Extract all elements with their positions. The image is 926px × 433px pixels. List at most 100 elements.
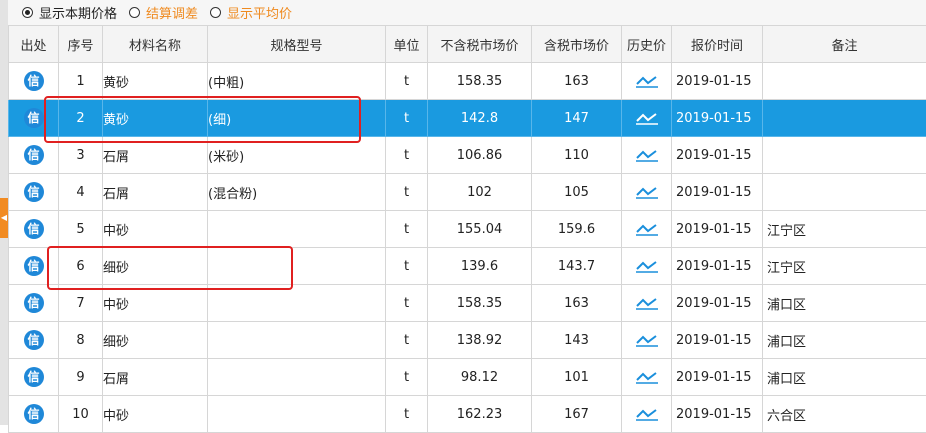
spec-cell[interactable] bbox=[208, 211, 386, 248]
collapse-panel-tab[interactable]: ◀ bbox=[0, 198, 8, 238]
option-settlement-adjust[interactable]: 结算调差 bbox=[129, 3, 198, 22]
price-ex-tax-cell[interactable]: 106.86 bbox=[428, 137, 532, 174]
spec-cell[interactable]: (米砂) bbox=[208, 137, 386, 174]
price-inc-tax-cell[interactable]: 163 bbox=[532, 285, 622, 322]
column-header-source[interactable]: 出处 bbox=[9, 26, 59, 63]
price-inc-tax-cell[interactable]: 147 bbox=[532, 100, 622, 137]
material-name-cell[interactable]: 细砂 bbox=[103, 322, 208, 359]
table-row[interactable]: 信4石屑(混合粉)t1021052019-01-15 bbox=[9, 174, 926, 211]
spec-cell[interactable] bbox=[208, 322, 386, 359]
note-cell[interactable]: 浦口区 bbox=[763, 359, 926, 396]
material-name-cell[interactable]: 中砂 bbox=[103, 396, 208, 433]
price-inc-tax-cell[interactable]: 110 bbox=[532, 137, 622, 174]
source-info-icon[interactable]: 信 bbox=[24, 108, 44, 128]
note-cell[interactable]: 浦口区 bbox=[763, 322, 926, 359]
history-price-cell[interactable] bbox=[622, 100, 672, 137]
option-show-average-price[interactable]: 显示平均价 bbox=[210, 3, 292, 22]
price-inc-tax-cell[interactable]: 143 bbox=[532, 322, 622, 359]
column-header-quote-date[interactable]: 报价时间 bbox=[672, 26, 763, 63]
source-cell[interactable]: 信 bbox=[9, 359, 59, 396]
table-row[interactable]: 信10中砂t162.231672019-01-15六合区 bbox=[9, 396, 926, 433]
history-price-cell[interactable] bbox=[622, 359, 672, 396]
price-ex-tax-cell[interactable]: 162.23 bbox=[428, 396, 532, 433]
note-cell[interactable]: 浦口区 bbox=[763, 285, 926, 322]
column-header-seq[interactable]: 序号 bbox=[59, 26, 103, 63]
source-cell[interactable]: 信 bbox=[9, 137, 59, 174]
column-header-history-price[interactable]: 历史价 bbox=[622, 26, 672, 63]
source-info-icon[interactable]: 信 bbox=[24, 367, 44, 387]
source-cell[interactable]: 信 bbox=[9, 248, 59, 285]
trend-chart-icon[interactable] bbox=[634, 147, 660, 163]
trend-chart-icon[interactable] bbox=[634, 110, 660, 126]
history-price-cell[interactable] bbox=[622, 63, 672, 100]
material-name-cell[interactable]: 中砂 bbox=[103, 285, 208, 322]
option-show-current-price[interactable]: 显示本期价格 bbox=[22, 3, 117, 22]
column-header-note[interactable]: 备注 bbox=[763, 26, 926, 63]
table-row[interactable]: 信5中砂t155.04159.62019-01-15江宁区 bbox=[9, 211, 926, 248]
table-row[interactable]: 信9石屑t98.121012019-01-15浦口区 bbox=[9, 359, 926, 396]
material-name-cell[interactable]: 黄砂 bbox=[103, 63, 208, 100]
history-price-cell[interactable] bbox=[622, 211, 672, 248]
material-name-cell[interactable]: 中砂 bbox=[103, 211, 208, 248]
column-header-unit[interactable]: 单位 bbox=[386, 26, 428, 63]
trend-chart-icon[interactable] bbox=[634, 295, 660, 311]
table-row[interactable]: 信8细砂t138.921432019-01-15浦口区 bbox=[9, 322, 926, 359]
column-header-price-ex-tax[interactable]: 不含税市场价 bbox=[428, 26, 532, 63]
material-name-cell[interactable]: 黄砂 bbox=[103, 100, 208, 137]
material-name-cell[interactable]: 石屑 bbox=[103, 174, 208, 211]
source-cell[interactable]: 信 bbox=[9, 211, 59, 248]
source-info-icon[interactable]: 信 bbox=[24, 145, 44, 165]
history-price-cell[interactable] bbox=[622, 285, 672, 322]
column-header-spec[interactable]: 规格型号 bbox=[208, 26, 386, 63]
source-info-icon[interactable]: 信 bbox=[24, 219, 44, 239]
spec-cell[interactable]: (中粗) bbox=[208, 63, 386, 100]
source-info-icon[interactable]: 信 bbox=[24, 330, 44, 350]
source-info-icon[interactable]: 信 bbox=[24, 256, 44, 276]
spec-cell[interactable] bbox=[208, 396, 386, 433]
note-cell[interactable]: 江宁区 bbox=[763, 211, 926, 248]
source-info-icon[interactable]: 信 bbox=[24, 71, 44, 91]
spec-cell[interactable] bbox=[208, 248, 386, 285]
trend-chart-icon[interactable] bbox=[634, 258, 660, 274]
trend-chart-icon[interactable] bbox=[634, 406, 660, 422]
note-cell[interactable] bbox=[763, 100, 926, 137]
trend-chart-icon[interactable] bbox=[634, 184, 660, 200]
source-cell[interactable]: 信 bbox=[9, 63, 59, 100]
price-inc-tax-cell[interactable]: 167 bbox=[532, 396, 622, 433]
source-cell[interactable]: 信 bbox=[9, 174, 59, 211]
material-name-cell[interactable]: 石屑 bbox=[103, 137, 208, 174]
spec-cell[interactable] bbox=[208, 359, 386, 396]
price-ex-tax-cell[interactable]: 155.04 bbox=[428, 211, 532, 248]
history-price-cell[interactable] bbox=[622, 174, 672, 211]
trend-chart-icon[interactable] bbox=[634, 369, 660, 385]
history-price-cell[interactable] bbox=[622, 322, 672, 359]
table-row[interactable]: 信6细砂t139.6143.72019-01-15江宁区 bbox=[9, 248, 926, 285]
trend-chart-icon[interactable] bbox=[634, 73, 660, 89]
history-price-cell[interactable] bbox=[622, 137, 672, 174]
history-price-cell[interactable] bbox=[622, 396, 672, 433]
source-cell[interactable]: 信 bbox=[9, 100, 59, 137]
radio-icon[interactable] bbox=[210, 7, 221, 18]
table-row[interactable]: 信1黄砂(中粗)t158.351632019-01-15 bbox=[9, 63, 926, 100]
price-ex-tax-cell[interactable]: 142.8 bbox=[428, 100, 532, 137]
radio-icon[interactable] bbox=[22, 7, 33, 18]
trend-chart-icon[interactable] bbox=[634, 221, 660, 237]
spec-cell[interactable]: (混合粉) bbox=[208, 174, 386, 211]
price-inc-tax-cell[interactable]: 105 bbox=[532, 174, 622, 211]
radio-icon[interactable] bbox=[129, 7, 140, 18]
table-row[interactable]: 信2黄砂(细)t142.81472019-01-15 bbox=[9, 100, 926, 137]
material-name-cell[interactable]: 细砂 bbox=[103, 248, 208, 285]
table-row[interactable]: 信7中砂t158.351632019-01-15浦口区 bbox=[9, 285, 926, 322]
price-ex-tax-cell[interactable]: 138.92 bbox=[428, 322, 532, 359]
note-cell[interactable] bbox=[763, 137, 926, 174]
trend-chart-icon[interactable] bbox=[634, 332, 660, 348]
source-info-icon[interactable]: 信 bbox=[24, 293, 44, 313]
price-ex-tax-cell[interactable]: 102 bbox=[428, 174, 532, 211]
note-cell[interactable]: 六合区 bbox=[763, 396, 926, 433]
note-cell[interactable] bbox=[763, 174, 926, 211]
column-header-price-inc-tax[interactable]: 含税市场价 bbox=[532, 26, 622, 63]
price-inc-tax-cell[interactable]: 143.7 bbox=[532, 248, 622, 285]
table-row[interactable]: 信3石屑(米砂)t106.861102019-01-15 bbox=[9, 137, 926, 174]
column-header-material-name[interactable]: 材料名称 bbox=[103, 26, 208, 63]
spec-cell[interactable] bbox=[208, 285, 386, 322]
